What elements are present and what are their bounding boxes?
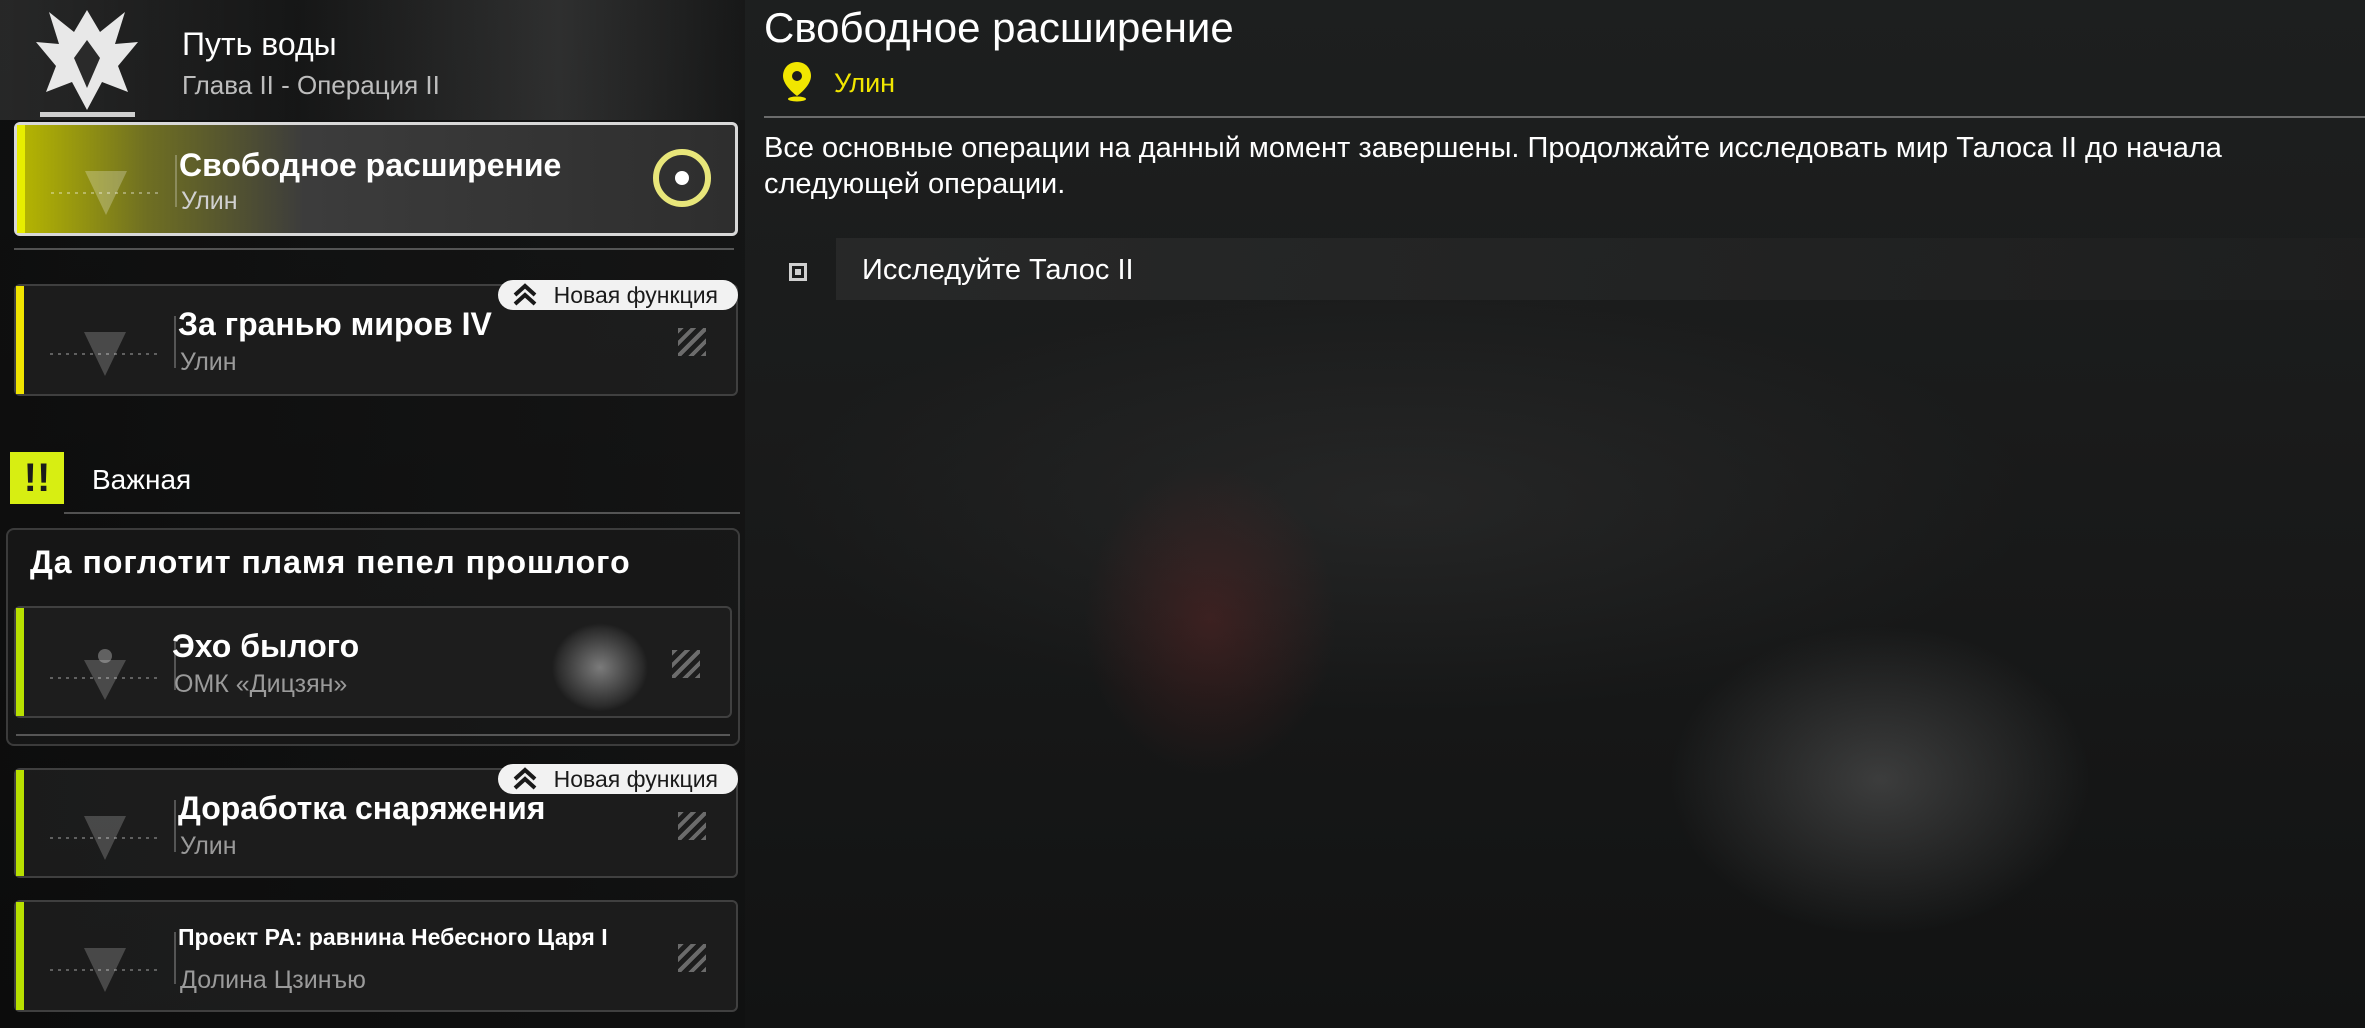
section-underline bbox=[64, 512, 740, 514]
important-icon: !! bbox=[10, 452, 64, 504]
mission-title: Проект PA: равнина Небесного Царя I bbox=[178, 924, 608, 950]
character-portrait bbox=[510, 608, 660, 716]
mission-card[interactable]: Эхо былого ОМК «Дицзян» bbox=[14, 606, 732, 718]
hatch-icon bbox=[678, 328, 706, 356]
mission-title: За гранью миров IV bbox=[178, 306, 492, 342]
mission-card[interactable]: За гранью миров IV Улин Новая функция bbox=[14, 280, 738, 396]
chapter-emblem-icon bbox=[36, 10, 138, 117]
operation-title: Свободное расширение bbox=[764, 4, 1234, 51]
mission-stripe bbox=[16, 286, 24, 394]
mission-location: Улин bbox=[180, 348, 237, 376]
mission-stripe bbox=[16, 902, 24, 1010]
objective-checkbox-icon bbox=[789, 263, 807, 281]
hatch-icon bbox=[672, 650, 700, 678]
chapter-subtitle: Глава II - Операция II bbox=[182, 70, 440, 100]
card-divider bbox=[174, 316, 176, 368]
mission-stripe bbox=[16, 770, 24, 876]
operation-location: Улин bbox=[834, 68, 896, 98]
objective-text: Исследуйте Талос II bbox=[862, 254, 1134, 286]
target-dot-icon bbox=[675, 171, 689, 185]
mission-type-icon bbox=[50, 948, 160, 992]
card-divider bbox=[175, 155, 177, 207]
double-chevron-up-icon bbox=[513, 283, 536, 306]
mission-title: Свободное расширение bbox=[179, 147, 562, 183]
chapter-title: Путь воды bbox=[182, 26, 337, 62]
divider-line bbox=[14, 248, 734, 250]
important-section-label: Важная bbox=[92, 464, 192, 495]
mission-location: ОМК «Дицзян» bbox=[174, 670, 348, 698]
mission-location: Улин bbox=[180, 832, 237, 860]
mission-type-icon bbox=[51, 171, 161, 215]
card-divider bbox=[174, 800, 176, 852]
hatch-icon bbox=[678, 944, 706, 972]
track-mission-button[interactable] bbox=[653, 149, 711, 207]
operation-description: Все основные операции на данный момент з… bbox=[764, 132, 2222, 200]
mission-card[interactable]: Проект PA: равнина Небесного Царя I Доли… bbox=[14, 900, 738, 1012]
objective-row: Исследуйте Талос II bbox=[836, 238, 2365, 300]
mission-type-icon bbox=[50, 649, 160, 700]
double-chevron-up-icon bbox=[513, 767, 536, 790]
mission-type-icon bbox=[50, 332, 160, 376]
group-title: Да поглотит пламя пепел прошлого bbox=[30, 544, 631, 580]
hatch-icon bbox=[678, 812, 706, 840]
new-feature-badge: Новая функция bbox=[497, 764, 738, 794]
divider-line bbox=[16, 734, 730, 736]
new-feature-label: Новая функция bbox=[553, 766, 718, 792]
header-divider bbox=[764, 116, 2365, 118]
mission-card-selected[interactable]: Свободное расширение Улин bbox=[14, 122, 738, 236]
card-divider bbox=[174, 932, 176, 984]
mission-card[interactable]: Доработка снаряжения Улин Новая функция bbox=[14, 764, 738, 878]
mission-stripe bbox=[17, 125, 25, 233]
location-pin-icon bbox=[783, 62, 811, 102]
new-feature-badge: Новая функция bbox=[497, 280, 738, 310]
new-feature-label: Новая функция bbox=[553, 282, 718, 308]
mission-title: Доработка снаряжения bbox=[178, 790, 546, 826]
mission-title: Эхо былого bbox=[172, 628, 360, 664]
mission-group: Да поглотит пламя пепел прошлого Эхо был… bbox=[6, 528, 740, 746]
mission-stripe bbox=[16, 608, 24, 716]
mission-type-icon bbox=[50, 816, 160, 860]
mission-location: Долина Цзинъю bbox=[180, 966, 366, 994]
mission-list-panel: Путь воды Глава II - Операция II Свободн… bbox=[0, 0, 745, 1028]
mission-location: Улин bbox=[181, 187, 238, 215]
chapter-header[interactable]: Путь воды Глава II - Операция II bbox=[0, 0, 745, 120]
